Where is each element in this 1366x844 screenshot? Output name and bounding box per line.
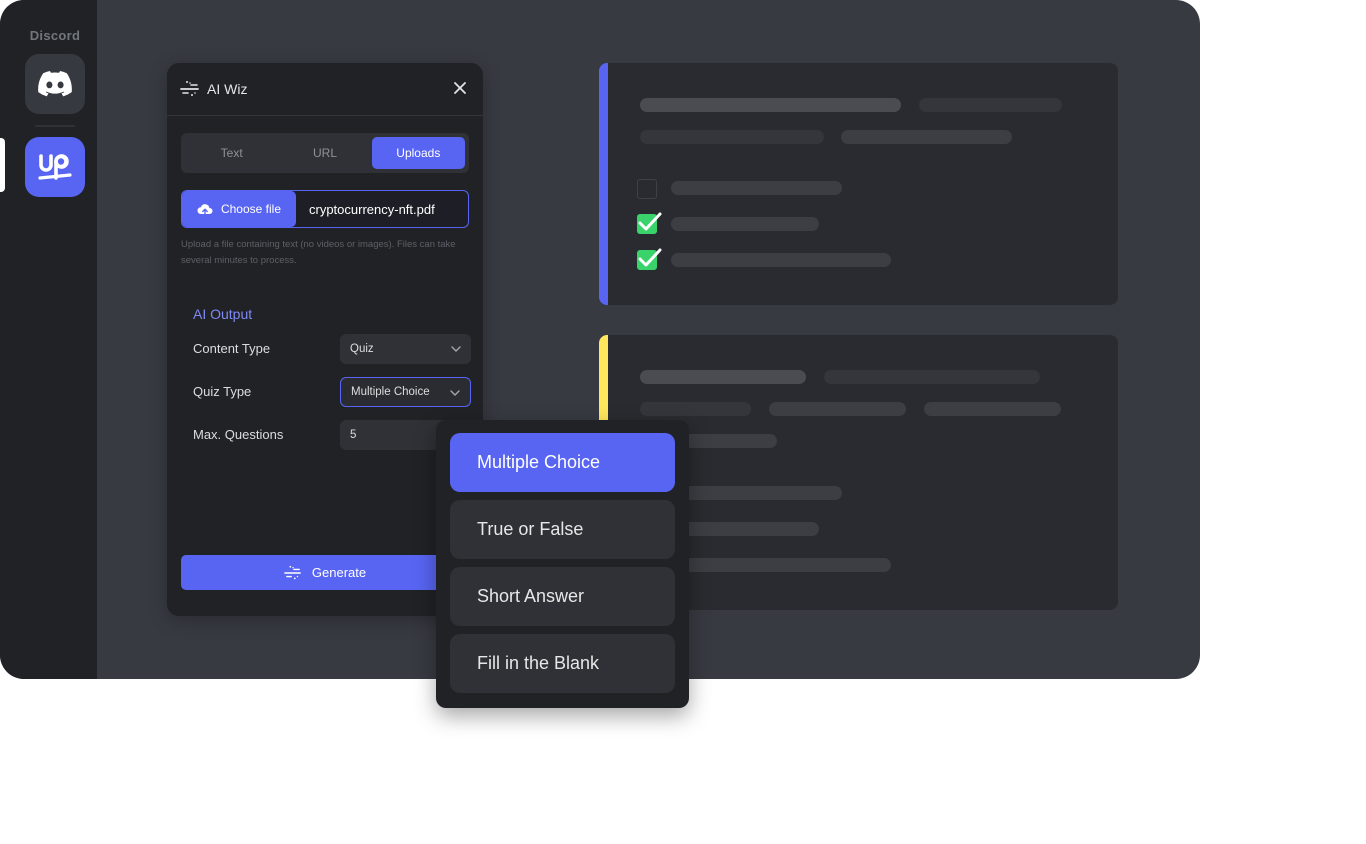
chevron-down-icon: [451, 346, 461, 352]
server-discord[interactable]: [25, 54, 85, 114]
server-up[interactable]: [25, 137, 85, 197]
quiz-type-select[interactable]: Multiple Choice: [340, 377, 471, 407]
max-questions-label: Max. Questions: [193, 427, 284, 442]
skeleton-line: [671, 253, 891, 267]
max-questions-value: 5: [350, 429, 357, 441]
skeleton-line: [671, 486, 842, 500]
tab-text[interactable]: Text: [185, 137, 278, 169]
cloud-upload-icon: [197, 204, 213, 216]
skeleton-line: [640, 130, 824, 144]
rail-separator: [35, 125, 75, 127]
dropdown-option-true-or-false[interactable]: True or False: [450, 500, 675, 559]
file-picker: Choose file cryptocurrency-nft.pdf: [181, 190, 469, 228]
selected-file-name: cryptocurrency-nft.pdf: [309, 201, 435, 217]
skeleton-line: [824, 370, 1040, 384]
choose-file-button[interactable]: Choose file: [182, 191, 296, 227]
ai-output-heading: AI Output: [193, 306, 253, 322]
generate-label: Generate: [311, 565, 367, 580]
sparkle-wand-icon: [284, 565, 301, 579]
skeleton-line: [671, 217, 819, 231]
tab-url[interactable]: URL: [278, 137, 371, 169]
tab-uploads[interactable]: Uploads: [371, 137, 465, 169]
content-type-value: Quiz: [350, 343, 374, 355]
sparkle-wand-icon: [180, 81, 199, 96]
skeleton-line: [841, 130, 1012, 144]
quiz-preview-card: [599, 63, 1118, 305]
skeleton-line: [671, 558, 891, 572]
skeleton-line: [640, 98, 901, 112]
source-tabs: Text URL Uploads: [181, 133, 469, 173]
chevron-down-icon: [450, 390, 460, 396]
skeleton-line: [769, 402, 906, 416]
panel-title: AI Wiz: [207, 81, 248, 97]
checkbox-checked[interactable]: [637, 212, 662, 234]
card-accent: [599, 63, 608, 305]
skeleton-line: [919, 98, 1062, 112]
skeleton-line: [640, 402, 751, 416]
close-button[interactable]: [451, 79, 469, 97]
skeleton-line: [671, 522, 819, 536]
skeleton-line: [640, 370, 806, 384]
server-rail: Discord: [0, 0, 97, 679]
discord-wordmark: Discord: [29, 28, 81, 43]
dropdown-option-fill-in-the-blank[interactable]: Fill in the Blank: [450, 634, 675, 693]
close-icon: [454, 82, 466, 94]
checkbox-checked[interactable]: [637, 248, 662, 270]
discord-logo-icon: [38, 71, 72, 97]
panel-header: AI Wiz: [167, 63, 483, 116]
generate-button[interactable]: Generate: [181, 555, 469, 590]
quiz-type-label: Quiz Type: [193, 384, 252, 399]
checkmark-icon: [638, 212, 662, 231]
upload-help-text: Upload a file containing text (no videos…: [181, 239, 456, 266]
skeleton-line: [671, 181, 842, 195]
content-type-label: Content Type: [193, 341, 271, 356]
dropdown-option-multiple-choice[interactable]: Multiple Choice: [450, 433, 675, 492]
quiz-type-dropdown: Multiple Choice True or False Short Answ…: [436, 420, 689, 708]
selected-server-indicator: [0, 138, 5, 192]
skeleton-line: [924, 402, 1061, 416]
dropdown-option-short-answer[interactable]: Short Answer: [450, 567, 675, 626]
quiz-type-value: Multiple Choice: [351, 386, 430, 398]
choose-file-label: Choose file: [220, 202, 282, 216]
content-type-select[interactable]: Quiz: [340, 334, 471, 364]
card-accent: [599, 335, 608, 420]
up-logo-icon: [38, 154, 72, 180]
checkbox-unchecked[interactable]: [637, 179, 657, 199]
checkmark-icon: [638, 248, 662, 267]
